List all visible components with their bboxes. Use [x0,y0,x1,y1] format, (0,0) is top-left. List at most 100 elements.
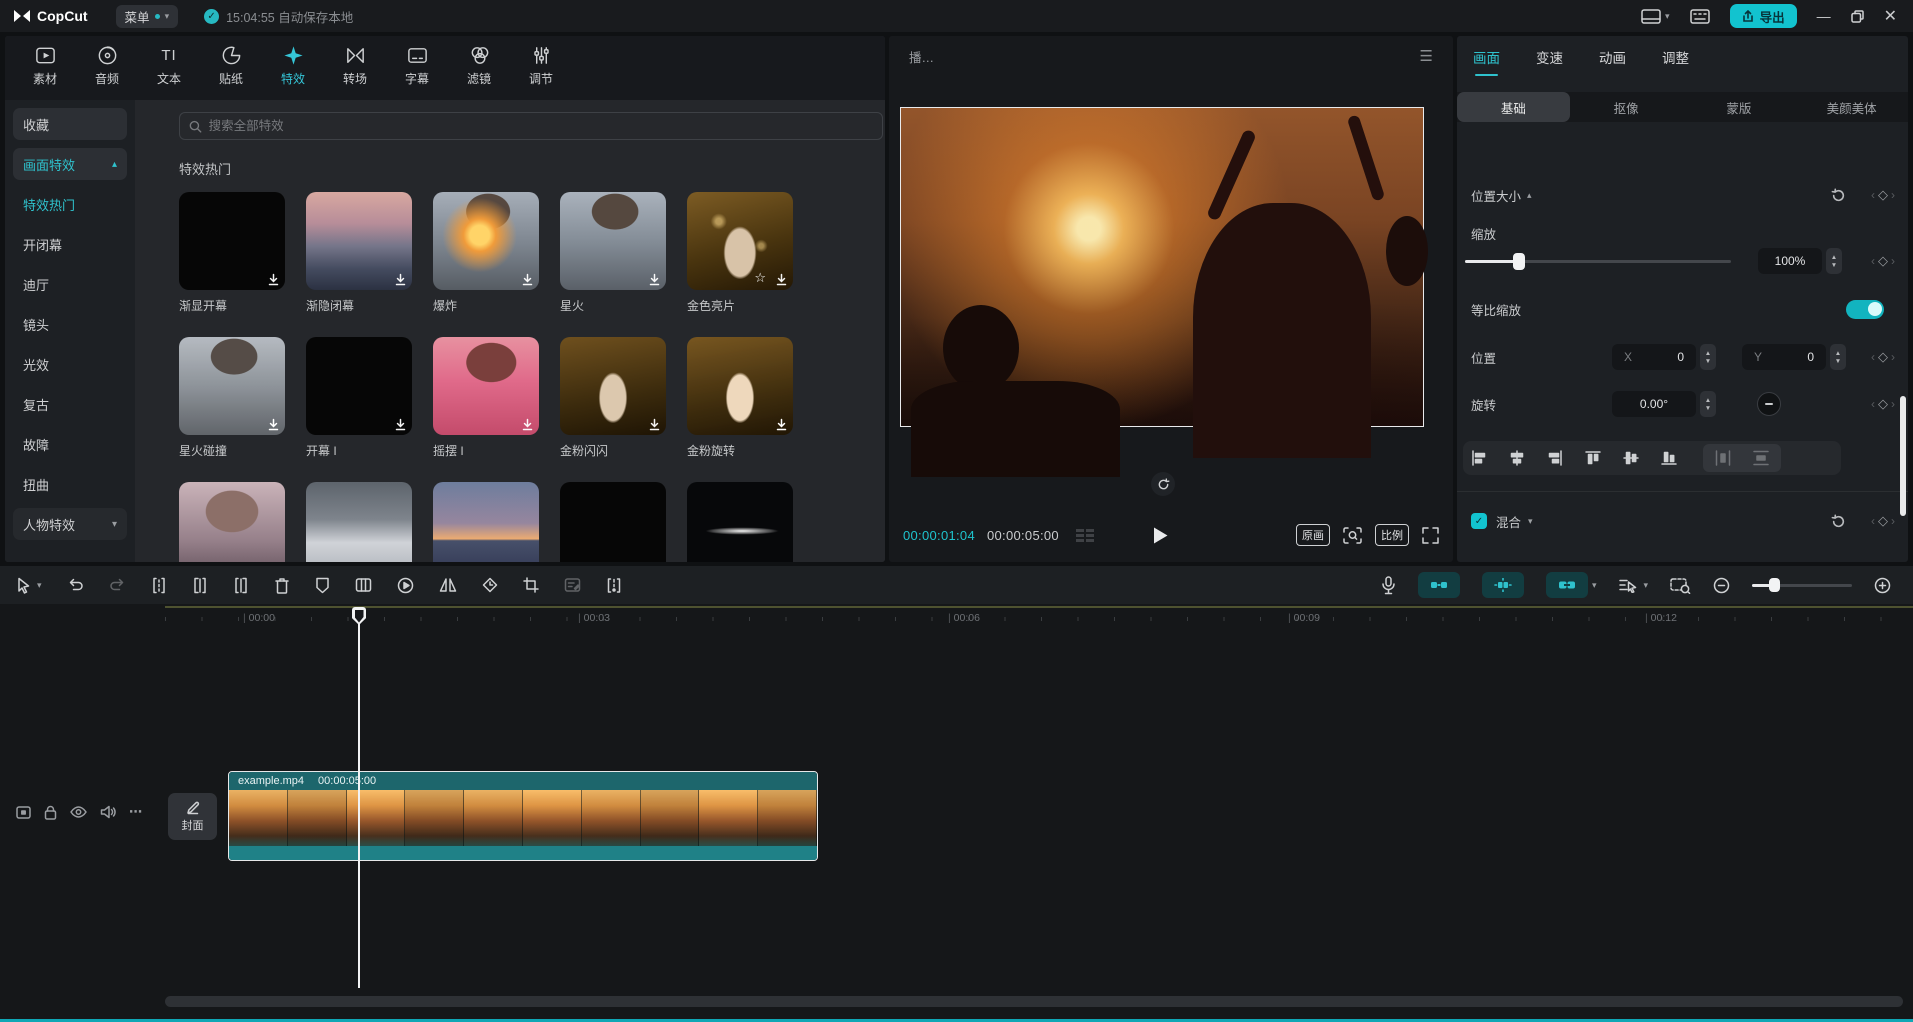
shortcut-keyboard-button[interactable] [1690,9,1710,24]
position-y-stepper[interactable]: ▲▼ [1830,344,1846,370]
close-button[interactable]: ✕ [1884,6,1897,26]
download-icon[interactable] [775,273,788,286]
blend-checkbox[interactable]: ✓ [1471,513,1487,529]
export-button[interactable]: 导出 [1730,4,1797,28]
tab-picture[interactable]: 画面 [1473,47,1500,67]
keyframe-control[interactable]: ‹◇› [1871,396,1895,412]
align-center-horizontal-icon[interactable] [1509,450,1525,466]
effect-card[interactable]: 金粉闪闪 [560,337,666,459]
sidebar-item-trending[interactable]: 特效热门 [13,188,127,220]
subtab-basic[interactable]: 基础 [1457,92,1570,122]
sidebar-item-retro[interactable]: 复古 [13,388,127,420]
tab-speed[interactable]: 变速 [1536,47,1563,67]
distribute-vertical-icon[interactable] [1753,450,1769,466]
mark-button[interactable] [315,577,330,594]
download-icon[interactable] [521,273,534,286]
effect-thumbnail[interactable] [306,192,412,290]
sidebar-item-intro-outro[interactable]: 开闭幕 [13,228,127,260]
tab-audio[interactable]: 音频 [83,44,131,87]
keyframe-control[interactable]: ‹◇› [1871,253,1895,269]
video-clip[interactable]: example.mp4 00:00:05:00 [228,771,818,861]
play-button[interactable] [1153,527,1168,544]
collapse-icon[interactable]: ▴ [1527,190,1532,201]
effect-thumbnail[interactable] [179,482,285,562]
timeline-area[interactable]: 00:00 00:03 00:06 00:09 00:12 ⋯ 封面 examp… [0,604,1913,1019]
preview-render-button[interactable] [1670,577,1691,594]
mirror-button[interactable] [439,577,457,593]
effect-card[interactable]: 星火碰撞 [179,337,285,459]
sidebar-item-lens[interactable]: 镜头 [13,308,127,340]
effect-thumbnail[interactable] [306,337,412,435]
cover-button[interactable]: 封面 [168,793,217,840]
snap-toggle[interactable] [1418,572,1460,598]
effect-card[interactable] [179,482,285,562]
effect-card[interactable] [306,482,412,562]
effect-card[interactable]: 渐显开幕 [179,192,285,314]
position-y-field[interactable]: Y 0 [1742,344,1826,370]
effect-card[interactable]: 金粉旋转 [687,337,793,459]
download-icon[interactable] [648,418,661,431]
keyframe-control[interactable]: ‹◇› [1871,513,1895,529]
effect-thumbnail[interactable]: ☆ [687,192,793,290]
effect-card[interactable]: 星火 [560,192,666,314]
trim-left-button[interactable] [192,577,208,594]
layout-switch-button[interactable]: ▾ [1641,9,1670,24]
chevron-down-icon[interactable]: ▾ [1592,580,1597,591]
reset-icon[interactable] [1831,188,1846,203]
effect-card[interactable] [433,482,539,562]
align-right-icon[interactable] [1547,450,1563,466]
select-tool-button[interactable]: ▾ [16,577,42,594]
rotate-button[interactable] [482,577,498,593]
hamburger-icon[interactable]: ☰ [1420,47,1433,65]
track-mode-icon[interactable] [16,806,31,819]
speaker-icon[interactable] [100,805,116,819]
minimize-button[interactable]: — [1817,8,1831,24]
effect-thumbnail[interactable] [433,192,539,290]
download-icon[interactable] [394,418,407,431]
maximize-button[interactable] [1851,10,1864,23]
rotation-value-field[interactable]: 0.00° [1612,391,1696,417]
effect-thumbnail[interactable] [560,192,666,290]
keyframe-diamond-icon[interactable]: ◇ [1878,187,1888,203]
zoom-in-button[interactable] [1874,577,1891,594]
align-left-icon[interactable] [1471,450,1487,466]
effect-thumbnail[interactable] [687,337,793,435]
record-voiceover-button[interactable] [1381,576,1396,595]
effect-card[interactable] [560,482,666,562]
subtab-beauty[interactable]: 美颜美体 [1795,92,1908,122]
chevron-down-icon[interactable]: ▾ [1528,516,1533,527]
crop-button[interactable] [523,577,539,593]
uniform-scale-toggle[interactable] [1846,300,1884,319]
more-icon[interactable]: ⋯ [129,804,144,820]
effect-card[interactable] [687,482,793,562]
edit-list-button[interactable] [564,577,581,593]
track-select-mode-button[interactable]: ▾ [1618,577,1648,593]
playhead-line[interactable] [358,608,360,988]
sidebar-item-distort[interactable]: 扭曲 [13,468,127,500]
linkage-toggle[interactable] [1482,572,1524,598]
effect-thumbnail[interactable] [560,482,666,562]
effect-card[interactable]: 摇摆 I [433,337,539,459]
download-icon[interactable] [521,418,534,431]
delete-button[interactable] [274,577,290,594]
rotation-dial[interactable] [1757,392,1781,416]
align-top-icon[interactable] [1585,450,1601,466]
slider-handle[interactable] [1769,578,1780,592]
effect-thumbnail[interactable] [560,337,666,435]
download-icon[interactable] [648,273,661,286]
sidebar-item-light[interactable]: 光效 [13,348,127,380]
sidebar-item-screen-effects[interactable]: 画面特效▴ [13,148,127,180]
menu-button[interactable]: 菜单 ▾ [116,5,179,28]
keyframe-control[interactable]: ‹◇› [1871,349,1895,365]
freeze-frame-button[interactable] [355,577,372,593]
split-button[interactable] [151,577,167,594]
tab-adjust[interactable]: 调节 [517,44,565,87]
sidebar-item-favorites[interactable]: 收藏 [13,108,127,140]
levels-icon[interactable] [1075,527,1095,543]
effect-card[interactable]: 渐隐闭幕 [306,192,412,314]
inspector-scrollbar[interactable] [1900,396,1906,516]
effect-thumbnail[interactable] [687,482,793,562]
speed-button[interactable] [397,577,414,594]
tab-animation[interactable]: 动画 [1599,47,1626,67]
tab-effects[interactable]: 特效 [269,44,317,87]
